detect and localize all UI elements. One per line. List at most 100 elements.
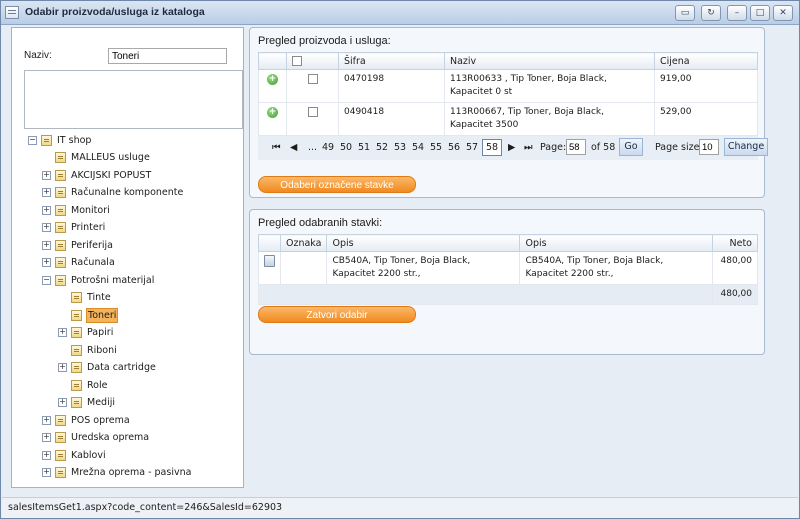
products-panel: Pregled proizvoda i usluga: Šifra Naziv … bbox=[249, 27, 768, 198]
folder-icon bbox=[55, 450, 66, 461]
page-size-label: Page size: bbox=[655, 142, 703, 153]
prev-page-icon[interactable]: ◀ bbox=[290, 142, 297, 153]
cell-cijena: 919,00 bbox=[654, 69, 758, 103]
folder-icon bbox=[55, 222, 66, 233]
cell-sifra: 0490418 bbox=[338, 102, 445, 136]
expand-icon[interactable]: + bbox=[42, 241, 51, 250]
selected-panel: Pregled odabranih stavki: Oznaka Opis Op… bbox=[249, 209, 765, 355]
selected-title: Pregled odabranih stavki: bbox=[258, 217, 383, 229]
add-icon[interactable]: + bbox=[267, 74, 278, 85]
expand-icon[interactable]: + bbox=[58, 328, 67, 337]
catalog-filter-pane: Naziv: − IT shop MALLEUS usluge +AKCIJSK… bbox=[11, 27, 244, 488]
page-link[interactable]: 56 bbox=[448, 142, 460, 153]
close-selection-button[interactable]: Zatvori odabir bbox=[258, 306, 416, 323]
select-all-checkbox[interactable] bbox=[292, 56, 302, 66]
page-link[interactable]: 51 bbox=[358, 142, 370, 153]
folder-icon bbox=[71, 345, 82, 356]
expand-icon[interactable]: + bbox=[58, 398, 67, 407]
folder-icon bbox=[55, 415, 66, 426]
cell-naziv: 113R00633 , Tip Toner, Boja Black, Kapac… bbox=[444, 69, 655, 103]
page-count-label: of 58 bbox=[591, 142, 616, 153]
cell-sifra: 0470198 bbox=[338, 69, 445, 103]
first-page-icon[interactable]: ⏮ bbox=[272, 142, 281, 153]
folder-icon bbox=[41, 135, 52, 146]
window-icon bbox=[5, 6, 19, 19]
page-link[interactable]: 53 bbox=[394, 142, 406, 153]
page-link[interactable]: 50 bbox=[340, 142, 352, 153]
folder-icon bbox=[55, 240, 66, 251]
col-opis-2[interactable]: Opis bbox=[519, 234, 714, 252]
delete-icon[interactable] bbox=[264, 255, 275, 267]
collapse-icon[interactable]: − bbox=[42, 276, 51, 285]
expand-icon[interactable]: + bbox=[58, 363, 67, 372]
collapse-icon[interactable]: − bbox=[28, 136, 37, 145]
products-title: Pregled proizvoda i usluga: bbox=[258, 35, 391, 47]
page-link[interactable]: 54 bbox=[412, 142, 424, 153]
cell-oznaka bbox=[279, 251, 328, 285]
table-row[interactable]: + 0470198 113R00633 , Tip Toner, Boja Bl… bbox=[258, 69, 758, 103]
folder-icon bbox=[55, 257, 66, 268]
add-icon[interactable]: + bbox=[267, 107, 278, 118]
expand-icon[interactable]: + bbox=[42, 416, 51, 425]
row-checkbox[interactable] bbox=[307, 106, 318, 117]
page-number-input[interactable] bbox=[566, 139, 586, 155]
folder-icon bbox=[71, 327, 82, 338]
table-row[interactable]: + 0490418 113R00667, Tip Toner, Boja Bla… bbox=[258, 102, 758, 136]
expand-icon[interactable]: + bbox=[42, 433, 51, 442]
current-page[interactable]: 58 bbox=[482, 139, 503, 156]
table-row[interactable]: CB540A, Tip Toner, Boja Black, Kapacitet… bbox=[258, 251, 758, 285]
expand-icon[interactable]: + bbox=[42, 188, 51, 197]
go-button[interactable]: Go bbox=[619, 138, 643, 156]
expand-icon[interactable]: + bbox=[42, 258, 51, 267]
total-neto: 480,00 bbox=[712, 284, 758, 305]
status-bar: salesItemsGet1.aspx?code_content=246&Sal… bbox=[2, 497, 798, 518]
last-page-icon[interactable]: ⏭ bbox=[524, 142, 533, 153]
change-button[interactable]: Change bbox=[724, 138, 768, 156]
folder-icon bbox=[55, 152, 66, 163]
page-link[interactable]: ... bbox=[308, 142, 317, 153]
naziv-label: Naziv: bbox=[24, 50, 52, 61]
select-items-button[interactable]: Odaberi označene stavke bbox=[258, 176, 416, 193]
page-link[interactable]: 52 bbox=[376, 142, 388, 153]
page-link[interactable]: 57 bbox=[466, 142, 478, 153]
col-sifra[interactable]: Šifra bbox=[338, 52, 445, 70]
folder-icon bbox=[55, 205, 66, 216]
col-cijena[interactable]: Cijena bbox=[654, 52, 758, 70]
category-tree: − IT shop MALLEUS usluge + AKCIJSKI POPUS… bbox=[28, 135, 192, 478]
close-icon[interactable]: ✕ bbox=[773, 5, 793, 21]
reload-icon[interactable]: ↻ bbox=[701, 5, 721, 21]
page-size-input[interactable] bbox=[699, 139, 719, 155]
naziv-input[interactable] bbox=[108, 48, 227, 64]
filter-textarea[interactable] bbox=[24, 70, 243, 129]
expand-icon[interactable]: + bbox=[42, 451, 51, 460]
expand-icon[interactable]: + bbox=[42, 171, 51, 180]
row-checkbox[interactable] bbox=[307, 73, 318, 84]
col-oznaka[interactable]: Oznaka bbox=[279, 234, 328, 252]
col-neto[interactable]: Neto bbox=[712, 234, 758, 252]
catalog-window: Odabir proizvoda/usluga iz kataloga ▭ ↻ … bbox=[0, 0, 800, 519]
folder-icon bbox=[71, 310, 82, 321]
selected-table: Oznaka Opis Opis Neto CB540A, Tip Toner,… bbox=[257, 234, 758, 305]
page-label: Page: bbox=[540, 142, 567, 153]
minimize-icon[interactable]: – bbox=[727, 5, 747, 21]
folder-icon bbox=[55, 467, 66, 478]
next-page-icon[interactable]: ▶ bbox=[508, 142, 515, 153]
pin-icon[interactable]: ▭ bbox=[675, 5, 695, 21]
total-row: 480,00 bbox=[257, 284, 758, 305]
folder-icon bbox=[55, 275, 66, 286]
expand-icon[interactable]: + bbox=[42, 468, 51, 477]
col-select-all[interactable] bbox=[286, 52, 339, 70]
cell-opis-2: CB540A, Tip Toner, Boja Black, Kapacitet… bbox=[519, 251, 714, 285]
col-remove bbox=[258, 234, 281, 252]
col-opis[interactable]: Opis bbox=[326, 234, 521, 252]
expand-icon[interactable]: + bbox=[42, 223, 51, 232]
page-link[interactable]: 55 bbox=[430, 142, 442, 153]
col-naziv[interactable]: Naziv bbox=[444, 52, 655, 70]
page-link[interactable]: 49 bbox=[322, 142, 334, 153]
col-add bbox=[258, 52, 287, 70]
cell-naziv: 113R00667, Tip Toner, Boja Black, Kapaci… bbox=[444, 102, 655, 136]
folder-icon bbox=[71, 292, 82, 303]
expand-icon[interactable]: + bbox=[42, 206, 51, 215]
maximize-icon[interactable]: □ bbox=[750, 5, 770, 21]
folder-icon bbox=[55, 170, 66, 181]
